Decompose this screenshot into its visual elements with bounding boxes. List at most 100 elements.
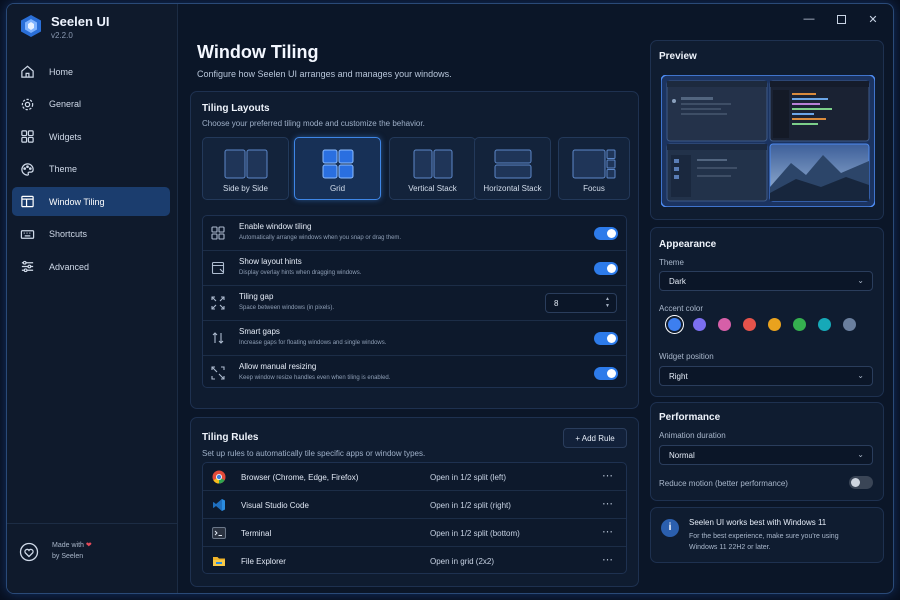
minimize-button[interactable]: —: [799, 11, 819, 27]
horizontal-stack-layout-icon: [494, 149, 531, 179]
smart-gaps-toggle[interactable]: [594, 332, 618, 345]
tiling-layouts-title: Tiling Layouts: [202, 103, 270, 114]
accent-swatch[interactable]: [793, 318, 806, 331]
layout-hints-toggle[interactable]: [594, 262, 618, 275]
rule-action: Open in 1/2 split (right): [430, 501, 511, 510]
minimize-icon: —: [803, 13, 815, 25]
close-button[interactable]: ✕: [863, 11, 883, 27]
performance-card: Performance Animation duration Normal ⌄ …: [650, 402, 884, 501]
heart-circle-icon: [19, 542, 39, 562]
more-options-icon[interactable]: ⋯: [602, 497, 614, 510]
layout-focus[interactable]: Focus: [558, 137, 630, 200]
sidebar-item-label: Shortcuts: [49, 229, 88, 239]
page-subtitle: Configure how Seelen UI arranges and man…: [197, 69, 452, 79]
layout-grid[interactable]: Grid: [294, 137, 381, 200]
notice-title: Seelen UI works best with Windows 11: [689, 518, 827, 527]
rule-app-name: Visual Studio Code: [241, 501, 309, 510]
sidebar-item-label: Widgets: [49, 131, 82, 142]
animation-duration-select[interactable]: Normal ⌄: [659, 445, 873, 465]
layout-label: Grid: [329, 184, 346, 193]
sidebar-item-home[interactable]: Home: [12, 57, 170, 86]
option-tiling-gap: Tiling gap Space between windows (in pix…: [203, 286, 626, 321]
option-layout-hints: Show layout hints Display overlay hints …: [203, 251, 626, 286]
notice-body-line-2: Windows 11 22H2 or later.: [689, 544, 771, 551]
accent-swatch[interactable]: [818, 318, 831, 331]
app-name: Seelen UI: [51, 14, 110, 29]
window-tiling-icon: [21, 195, 34, 208]
widgets-grid-icon: [21, 130, 34, 143]
sidebar-item-general[interactable]: General: [12, 90, 170, 119]
reduce-motion-label: Reduce motion (better performance): [659, 479, 788, 488]
sidebar-item-window-tiling[interactable]: Window Tiling: [12, 187, 170, 216]
tiling-layouts-card: Tiling Layouts Choose your preferred til…: [190, 91, 639, 409]
stepper-arrows[interactable]: ▲ ▼: [605, 296, 610, 310]
more-options-icon[interactable]: ⋯: [602, 553, 614, 566]
sidebar-item-advanced[interactable]: Advanced: [12, 252, 170, 281]
accent-swatch[interactable]: [668, 318, 681, 331]
widget-position-select[interactable]: Right ⌄: [659, 366, 873, 386]
layout-label: Side by Side: [223, 184, 268, 193]
rule-row[interactable]: File Explorer Open in grid (2x2) ⋯: [203, 547, 626, 575]
rule-row[interactable]: Visual Studio Code Open in 1/2 split (ri…: [203, 491, 626, 519]
accent-swatch[interactable]: [843, 318, 856, 331]
option-title: Enable window tiling: [239, 222, 312, 231]
more-options-icon[interactable]: ⋯: [602, 525, 614, 538]
vertical-stack-layout-icon: [413, 149, 452, 179]
option-description: Increase gaps for floating windows and s…: [239, 340, 387, 346]
chevron-down-icon: ⌄: [857, 450, 864, 459]
tiling-gap-stepper[interactable]: 8 ▲ ▼: [545, 293, 617, 313]
option-description: Space between windows (in pixels).: [239, 305, 335, 311]
enable-tiling-toggle[interactable]: [594, 227, 618, 240]
palette-icon: [21, 162, 34, 176]
reduce-motion-toggle[interactable]: [849, 476, 873, 489]
rule-row[interactable]: Browser (Chrome, Edge, Firefox) Open in …: [203, 463, 626, 491]
accent-swatch[interactable]: [693, 318, 706, 331]
windows-notice-card: i Seelen UI works best with Windows 11 F…: [650, 507, 884, 563]
accent-swatch[interactable]: [768, 318, 781, 331]
layout-label: Vertical Stack: [408, 184, 457, 193]
by-seelen-text: by Seelen: [52, 553, 84, 560]
tiling-rules-card: Tiling Rules Set up rules to automatical…: [190, 417, 639, 587]
option-title: Smart gaps: [239, 327, 280, 336]
theme-select[interactable]: Dark ⌄: [659, 271, 873, 291]
rule-row[interactable]: Terminal Open in 1/2 split (bottom) ⋯: [203, 519, 626, 547]
sidebar-item-label: Window Tiling: [49, 196, 105, 207]
rule-app-name: File Explorer: [241, 557, 286, 566]
add-rule-button[interactable]: + Add Rule: [563, 428, 627, 448]
performance-title: Performance: [659, 412, 721, 423]
layout-horizontal-stack[interactable]: Horizontal Stack: [474, 137, 551, 200]
tiling-rules-title: Tiling Rules: [202, 432, 259, 443]
preview-card: Preview: [650, 40, 884, 220]
widget-position-label: Widget position: [659, 352, 714, 361]
chevron-down-icon: ⌄: [857, 371, 864, 380]
sliders-icon: [21, 260, 34, 273]
terminal-icon: [212, 527, 226, 539]
accent-swatch[interactable]: [743, 318, 756, 331]
app-window: Seelen UI v2.2.0 Home General Widgets Th…: [6, 3, 894, 594]
tiling-options-list: Enable window tiling Automatically arran…: [202, 215, 627, 388]
sidebar-item-shortcuts[interactable]: Shortcuts: [12, 220, 170, 249]
sidebar-nav: Home General Widgets Theme Window Tiling…: [12, 57, 170, 285]
chevron-up-icon[interactable]: ▲: [605, 296, 610, 302]
expand-gap-icon: [211, 296, 225, 310]
chevron-down-icon[interactable]: ▼: [605, 303, 610, 309]
grid-icon: [211, 226, 225, 240]
sidebar-item-widgets[interactable]: Widgets: [12, 122, 170, 151]
chrome-icon: [212, 470, 226, 484]
accent-swatch[interactable]: [718, 318, 731, 331]
folder-icon: [213, 557, 225, 566]
home-icon: [21, 65, 34, 78]
notice-body-line-1: For the best experience, make sure you'r…: [689, 533, 839, 540]
sidebar: Seelen UI v2.2.0 Home General Widgets Th…: [7, 4, 178, 593]
sidebar-item-theme[interactable]: Theme: [12, 155, 170, 184]
layout-vertical-stack[interactable]: Vertical Stack: [389, 137, 476, 200]
heart-icon: ❤: [85, 542, 92, 549]
option-description: Display overlay hints when dragging wind…: [239, 270, 362, 276]
more-options-icon[interactable]: ⋯: [602, 469, 614, 482]
maximize-button[interactable]: [831, 11, 851, 27]
layout-side-by-side[interactable]: Side by Side: [202, 137, 289, 200]
animation-duration-label: Animation duration: [659, 431, 726, 440]
sidebar-item-label: Advanced: [49, 261, 90, 272]
rule-app-name: Terminal: [241, 529, 272, 538]
manual-resize-toggle[interactable]: [594, 367, 618, 380]
